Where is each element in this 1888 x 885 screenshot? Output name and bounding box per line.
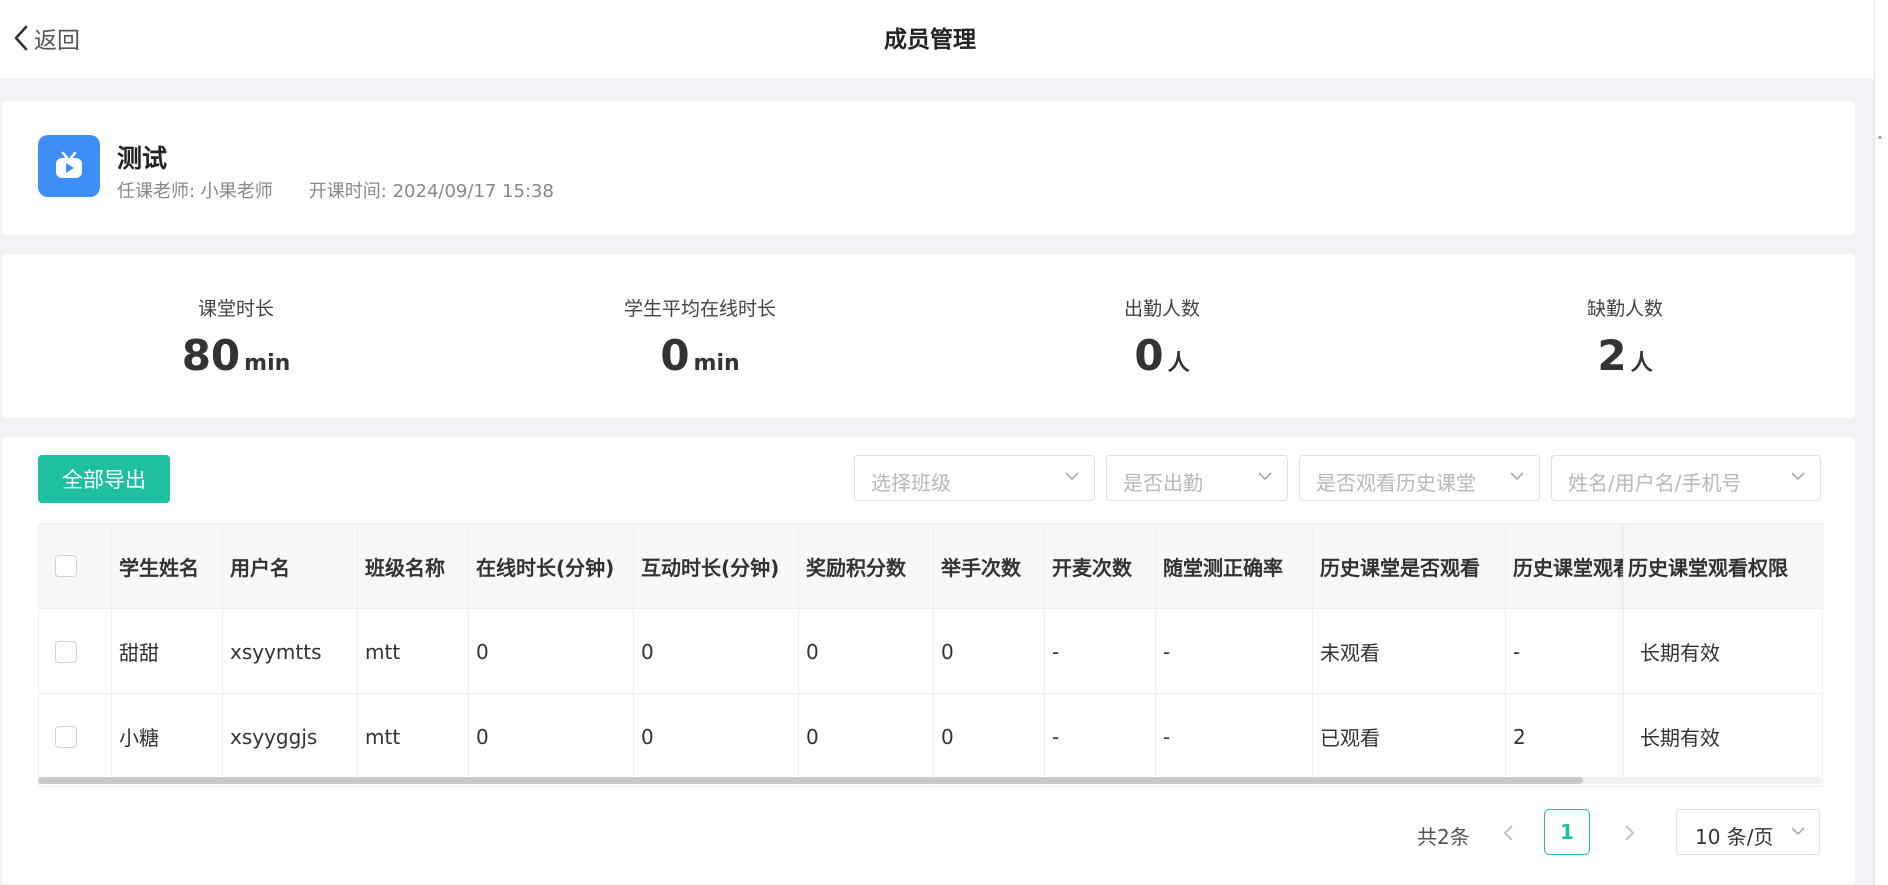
column-header[interactable]: 奖励积分数	[799, 524, 934, 608]
stat-value: 0	[1134, 331, 1164, 380]
table-header: 学生姓名 用户名 班级名称 在线时长(分钟) 互动时长(分钟) 奖励积分数 举手…	[39, 524, 1822, 608]
column-header[interactable]: 学生姓名	[112, 524, 223, 608]
history-watch-select[interactable]: 是否观看历史课堂	[1299, 455, 1540, 501]
select-all-checkbox[interactable]	[55, 555, 77, 577]
cell-username: xsyymtts	[223, 609, 358, 694]
row-checkbox[interactable]	[55, 640, 77, 663]
members-table: 学生姓名 用户名 班级名称 在线时长(分钟) 互动时长(分钟) 奖励积分数 举手…	[38, 523, 1823, 787]
stat-label: 缺勤人数	[1586, 298, 1663, 320]
course-start-time: 开课时间: 2024/09/17 15:38	[308, 181, 554, 202]
history-permission-link[interactable]: 长期有效	[1624, 694, 1822, 779]
cell-reward-points: 0	[799, 609, 934, 694]
column-header[interactable]: 互动时长(分钟)	[634, 524, 799, 608]
attendance-select-placeholder: 是否出勤	[1123, 471, 1203, 495]
stat-unit: 人	[1167, 351, 1190, 376]
cell-hand-raises: 0	[934, 694, 1045, 779]
column-header[interactable]: 历史课堂观看	[1506, 524, 1624, 608]
cell-quiz-accuracy: -	[1156, 609, 1313, 694]
column-header[interactable]: 举手次数	[934, 524, 1045, 608]
top-bar: 返回 成员管理	[0, 0, 1875, 78]
cell-class-name: mtt	[358, 609, 469, 694]
cell-history-watch-count: -	[1506, 609, 1624, 694]
stat-absence: 缺勤人数 2人	[1475, 294, 1775, 380]
export-all-button[interactable]: 全部导出	[38, 455, 170, 503]
table-horizontal-scrollbar[interactable]	[38, 777, 1821, 784]
table-row: 小糖 xsyyggjs mtt 0 0 0 0 - - 已观看 2 长期有效	[39, 693, 1822, 779]
cell-mic-count: -	[1045, 609, 1156, 694]
chevron-down-icon	[1791, 472, 1805, 481]
cell-class-name: mtt	[358, 694, 469, 779]
column-header[interactable]: 用户名	[223, 524, 358, 608]
stat-unit: min	[693, 351, 740, 376]
column-header[interactable]: 历史课堂是否观看	[1313, 524, 1506, 608]
chevron-down-icon	[1258, 472, 1272, 481]
course-teacher: 任课老师: 小果老师	[117, 181, 273, 202]
row-select-cell	[39, 694, 112, 779]
cell-student-name: 小糖	[112, 694, 223, 779]
chevron-down-icon	[1065, 472, 1079, 481]
course-info-card: 测试 任课老师: 小果老师 开课时间: 2024/09/17 15:38	[2, 101, 1855, 235]
history-watch-select-placeholder: 是否观看历史课堂	[1316, 471, 1476, 495]
class-select-placeholder: 选择班级	[871, 471, 951, 495]
column-header[interactable]: 历史课堂观看权限	[1624, 524, 1822, 608]
row-checkbox[interactable]	[55, 725, 77, 748]
page-size-select[interactable]: 10 条/页	[1676, 809, 1820, 855]
history-permission-link[interactable]: 长期有效	[1624, 609, 1822, 694]
scroll-up-icon[interactable]: ˄	[1877, 136, 1883, 148]
cell-online-duration: 0	[469, 609, 634, 694]
page-title: 成员管理	[884, 27, 976, 53]
stat-label: 课堂时长	[197, 298, 274, 320]
column-header[interactable]: 随堂测正确率	[1156, 524, 1313, 608]
chevron-left-icon[interactable]	[1500, 822, 1518, 844]
column-header[interactable]: 班级名称	[358, 524, 469, 608]
column-header[interactable]: 开麦次数	[1045, 524, 1156, 608]
fixed-column-shadow	[1624, 524, 1625, 786]
cell-mic-count: -	[1045, 694, 1156, 779]
scrollbar-thumb[interactable]	[38, 777, 1583, 784]
cell-hand-raises: 0	[934, 609, 1045, 694]
cell-quiz-accuracy: -	[1156, 694, 1313, 779]
search-select-placeholder: 姓名/用户名/手机号	[1568, 471, 1742, 495]
stat-class-duration: 课堂时长 80 min	[86, 294, 386, 380]
stat-unit: min	[244, 351, 291, 376]
members-table-card: 全部导出 选择班级 是否出勤 是否观看历史课堂 姓名/用户名/手机号 学生姓名 …	[2, 437, 1855, 884]
stat-value: 2	[1597, 331, 1627, 380]
search-select[interactable]: 姓名/用户名/手机号	[1551, 455, 1821, 501]
page-size-value: 10 条/页	[1695, 825, 1774, 849]
tv-play-icon	[38, 135, 100, 197]
pagination-total: 共2条	[1417, 825, 1470, 849]
table-row: 甜甜 xsyymtts mtt 0 0 0 0 - - 未观看 - 长期有效	[39, 608, 1822, 694]
class-select[interactable]: 选择班级	[854, 455, 1095, 501]
cell-history-watch-count: 2	[1506, 694, 1624, 779]
stat-value: 80	[181, 331, 241, 380]
cell-reward-points: 0	[799, 694, 934, 779]
stat-value: 0	[660, 331, 690, 380]
pagination-current-page[interactable]: 1	[1544, 809, 1590, 855]
cell-username: xsyyggjs	[223, 694, 358, 779]
course-meta: 任课老师: 小果老师 开课时间: 2024/09/17 15:38	[117, 177, 554, 203]
cell-history-watched: 未观看	[1313, 609, 1506, 694]
stat-label: 学生平均在线时长	[623, 298, 776, 320]
app: 返回 成员管理 测试 任课老师: 小果老师 开课时间: 2024/09/17 1…	[0, 0, 1875, 885]
window-vertical-scrollbar[interactable]: ˄	[1874, 0, 1888, 885]
attendance-select[interactable]: 是否出勤	[1106, 455, 1288, 501]
column-header[interactable]: 在线时长(分钟)	[469, 524, 634, 608]
stats-card: 课堂时长 80 min 学生平均在线时长 0 min 出勤人数 0人 缺勤人数 2人	[2, 254, 1855, 418]
chevron-down-icon	[1791, 827, 1805, 836]
stat-label: 出勤人数	[1123, 298, 1200, 320]
stat-attendance: 出勤人数 0人	[1012, 294, 1312, 380]
stat-unit: 人	[1630, 351, 1653, 376]
cell-online-duration: 0	[469, 694, 634, 779]
stat-avg-online: 学生平均在线时长 0 min	[550, 294, 850, 380]
course-name: 测试	[117, 144, 168, 173]
chevron-down-icon	[1510, 472, 1524, 481]
cell-student-name: 甜甜	[112, 609, 223, 694]
chevron-right-icon[interactable]	[1620, 822, 1638, 844]
cell-history-watched: 已观看	[1313, 694, 1506, 779]
select-all-cell	[39, 524, 112, 608]
row-select-cell	[39, 609, 112, 694]
cell-interaction-duration: 0	[634, 609, 799, 694]
cell-interaction-duration: 0	[634, 694, 799, 779]
